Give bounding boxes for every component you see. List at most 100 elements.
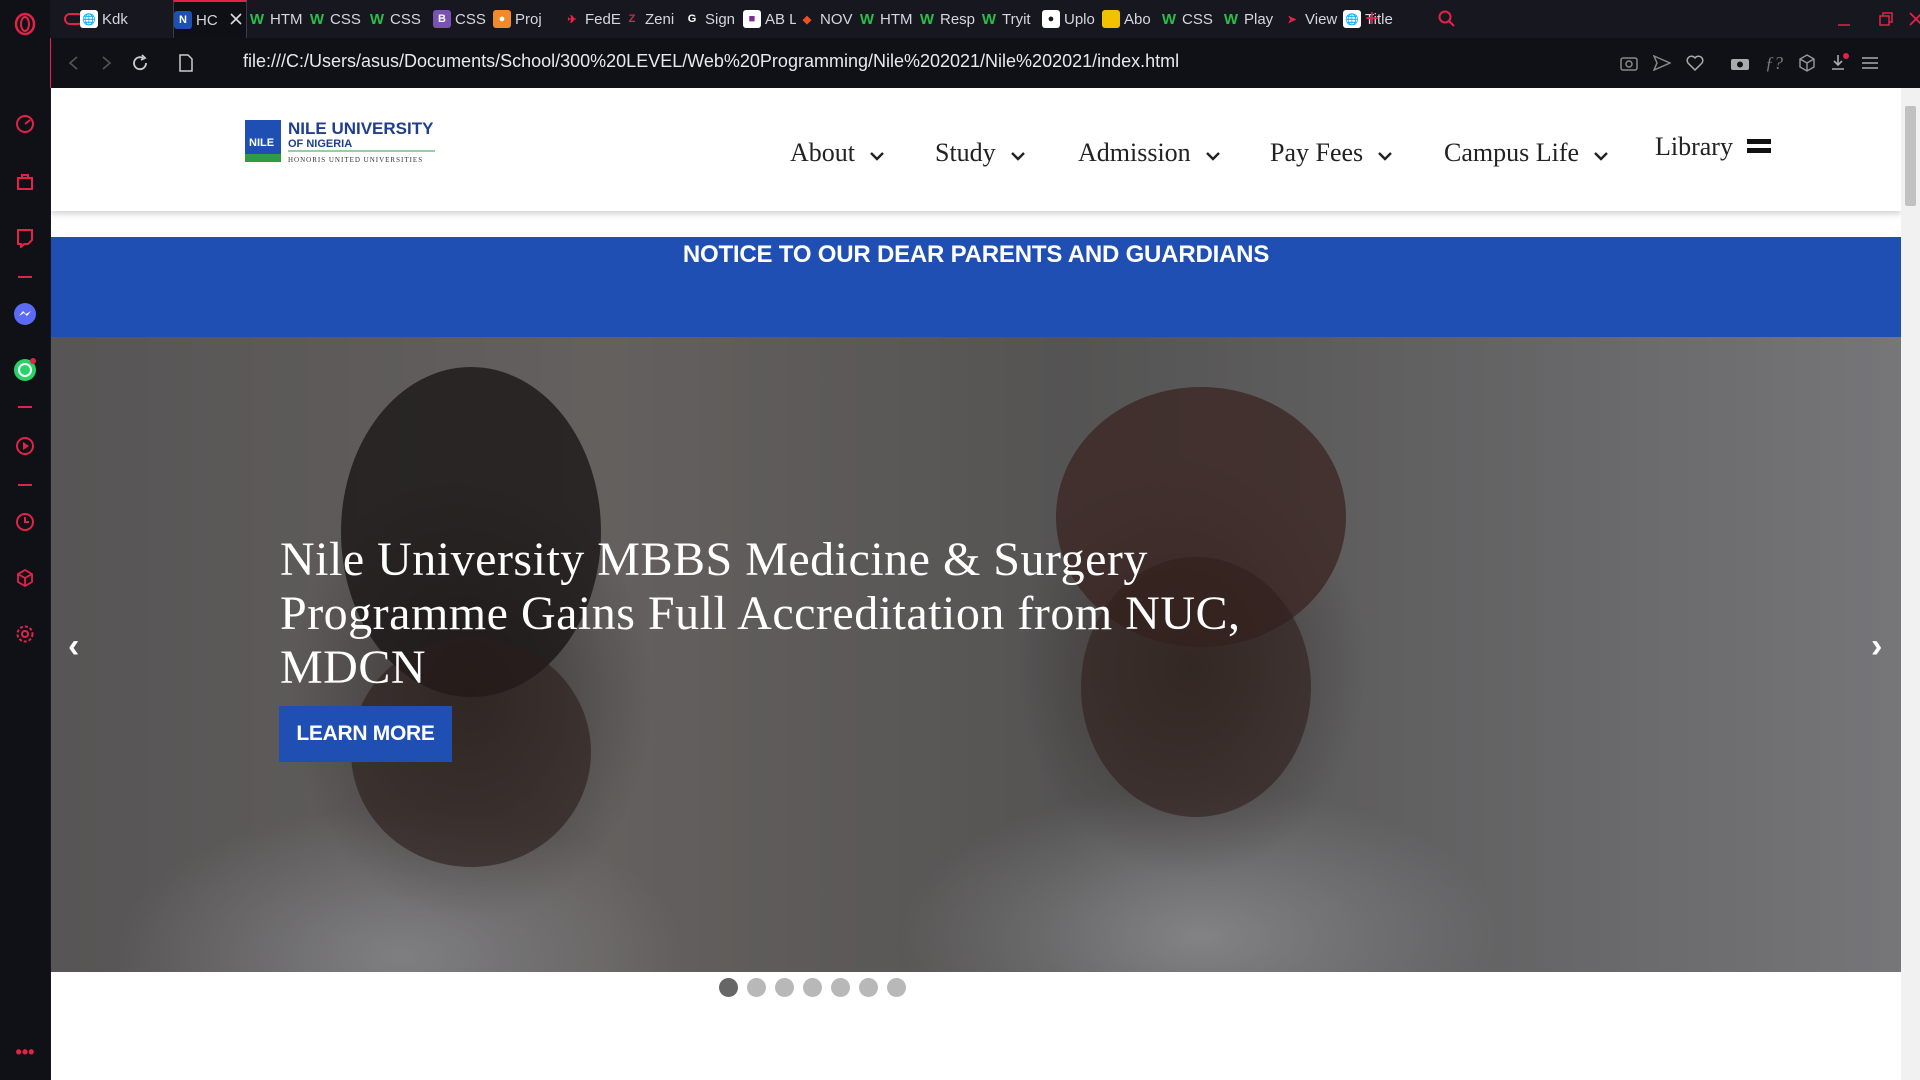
- forward-button[interactable]: [93, 50, 119, 76]
- notice-text[interactable]: NOTICE TO OUR DEAR PARENTS AND GUARDIANS: [51, 241, 1901, 269]
- nav-label: About: [790, 138, 855, 167]
- w3schools-icon: W: [369, 10, 385, 28]
- app-icon: ■: [743, 10, 761, 28]
- formula-icon[interactable]: ƒ?: [1763, 52, 1785, 74]
- twitch-icon[interactable]: [13, 226, 37, 250]
- chevron-down-icon: [1205, 138, 1221, 168]
- slider-dot[interactable]: [887, 978, 906, 997]
- browser-tab[interactable]: ◆ NOV: [798, 0, 856, 38]
- extensions-cube-icon[interactable]: [13, 566, 37, 590]
- close-tab-icon[interactable]: [230, 12, 242, 29]
- slider-dots: [719, 978, 906, 997]
- address-bar: file:///C:/Users/asus/Documents/School/3…: [50, 38, 1920, 88]
- notice-banner[interactable]: NOTICE TO OUR DEAR PARENTS AND GUARDIANS: [51, 237, 1901, 337]
- heart-icon[interactable]: [1684, 52, 1706, 74]
- close-window-button[interactable]: [1896, 0, 1920, 38]
- browser-tab[interactable]: W Play: [1222, 0, 1281, 38]
- settings-gear-icon[interactable]: [13, 622, 37, 646]
- nav-item-library[interactable]: Library: [1655, 132, 1771, 162]
- browser-tab[interactable]: Abo: [1102, 0, 1158, 38]
- browser-tab[interactable]: 🌐 Kdk: [80, 0, 162, 38]
- hero-title: Nile University MBBS Medicine & Surgery …: [280, 533, 1241, 694]
- browser-tab[interactable]: ➤ View: [1283, 0, 1341, 38]
- send-icon[interactable]: [1651, 52, 1673, 74]
- svg-text:NILE UNIVERSITY: NILE UNIVERSITY: [288, 119, 434, 138]
- player-icon[interactable]: [13, 434, 37, 458]
- nav-item-pay-fees[interactable]: Pay Fees: [1270, 138, 1393, 168]
- nav-item-campus-life[interactable]: Campus Life: [1444, 138, 1609, 168]
- browser-tab[interactable]: N HC: [173, 0, 247, 38]
- tab-label: CSS: [390, 10, 421, 28]
- svg-text:HONORIS UNITED UNIVERSITIES: HONORIS UNITED UNIVERSITIES: [288, 156, 423, 164]
- scrollbar-thumb[interactable]: [1905, 106, 1916, 206]
- whatsapp-icon[interactable]: [13, 358, 37, 382]
- opera-logo-icon[interactable]: [13, 12, 37, 36]
- nav-item-admission[interactable]: Admission: [1078, 138, 1221, 168]
- nav-label: Admission: [1078, 138, 1191, 167]
- slider-dot[interactable]: [775, 978, 794, 997]
- slider-next-arrow[interactable]: ›: [1871, 627, 1882, 666]
- tab-label: AB L: [765, 10, 796, 28]
- tab-label: HTM: [880, 10, 913, 28]
- nile-logo[interactable]: NILE NILE UNIVERSITY OF NIGERIA HONORIS …: [245, 118, 445, 168]
- w3schools-icon: W: [859, 10, 875, 28]
- url-field[interactable]: file:///C:/Users/asus/Documents/School/3…: [243, 51, 1179, 72]
- tab-label: View: [1305, 10, 1338, 28]
- slider-prev-arrow[interactable]: ‹: [68, 627, 79, 666]
- browser-tab[interactable]: W Resp: [918, 0, 978, 38]
- slider-dot[interactable]: [831, 978, 850, 997]
- tab-label: CSS: [330, 10, 361, 28]
- page-scrollbar[interactable]: [1901, 88, 1920, 1080]
- browser-tab[interactable]: W HTM: [248, 0, 306, 38]
- search-tabs-icon[interactable]: [1427, 0, 1467, 38]
- new-tab-button[interactable]: +: [1352, 0, 1392, 38]
- page-viewport: NOTICE TO OUR DEAR PARENTS AND GUARDIANS…: [51, 88, 1901, 1080]
- nav-item-about[interactable]: About: [790, 138, 885, 168]
- easy-setup-icon[interactable]: [1859, 52, 1881, 74]
- browser-tab[interactable]: Z Zeni: [623, 0, 681, 38]
- bootstrap-icon: B: [433, 10, 451, 28]
- w3schools-icon: W: [309, 10, 325, 28]
- tab-strip: 🌐 Kdk N HC W HTM W CSS W CSS B CSS ● Proj ✈ FedE Z Zeni G S…: [50, 0, 1920, 38]
- browser-tab[interactable]: W HTM: [858, 0, 916, 38]
- svg-text:NILE: NILE: [249, 137, 274, 149]
- nav-item-study[interactable]: Study: [935, 138, 1026, 168]
- browser-tab[interactable]: W CSS: [308, 0, 366, 38]
- reload-button[interactable]: [127, 50, 153, 76]
- browser-tab[interactable]: G Sign: [683, 0, 741, 38]
- camera-icon[interactable]: [1729, 52, 1751, 74]
- browser-tab[interactable]: W CSS: [1160, 0, 1220, 38]
- cube-icon[interactable]: [1796, 52, 1818, 74]
- slider-dot[interactable]: [719, 978, 738, 997]
- github-icon: ●: [1042, 10, 1060, 28]
- hamburger-menu-icon[interactable]: [1746, 132, 1771, 162]
- nile-favicon-icon: N: [174, 11, 192, 29]
- browser-sidebar: •••: [0, 0, 50, 1080]
- messenger-icon[interactable]: [13, 302, 37, 326]
- nav-label: Pay Fees: [1270, 138, 1364, 167]
- logo-shield-icon: NILE NILE UNIVERSITY OF NIGERIA HONORIS …: [245, 119, 435, 164]
- fedex-icon: ✈: [567, 13, 577, 26]
- browser-tab[interactable]: ● Uplo: [1042, 0, 1100, 38]
- back-button[interactable]: [61, 50, 87, 76]
- browser-tab[interactable]: ✈ FedE: [563, 0, 621, 38]
- learn-more-button[interactable]: LEARN MORE: [279, 706, 452, 762]
- slider-dot[interactable]: [803, 978, 822, 997]
- tab-label: Kdk: [102, 10, 128, 28]
- snapshot-icon[interactable]: [1618, 52, 1640, 74]
- tab-label: CSS: [1182, 10, 1213, 28]
- browser-tab[interactable]: W CSS: [368, 0, 426, 38]
- browser-tab[interactable]: ● Proj: [493, 0, 559, 38]
- slider-dot[interactable]: [747, 978, 766, 997]
- shopping-bag-icon[interactable]: [13, 170, 37, 194]
- browser-tab[interactable]: B CSS: [433, 0, 491, 38]
- slider-dot[interactable]: [859, 978, 878, 997]
- w3schools-icon: W: [981, 10, 997, 28]
- browser-tab[interactable]: ■ AB L: [743, 0, 796, 38]
- history-icon[interactable]: [13, 510, 37, 534]
- browser-tab[interactable]: W Tryit: [980, 0, 1040, 38]
- more-options-icon[interactable]: •••: [13, 1040, 37, 1064]
- download-icon[interactable]: [1828, 52, 1850, 74]
- speed-dial-icon[interactable]: [13, 112, 37, 136]
- minimize-button[interactable]: [1824, 0, 1864, 38]
